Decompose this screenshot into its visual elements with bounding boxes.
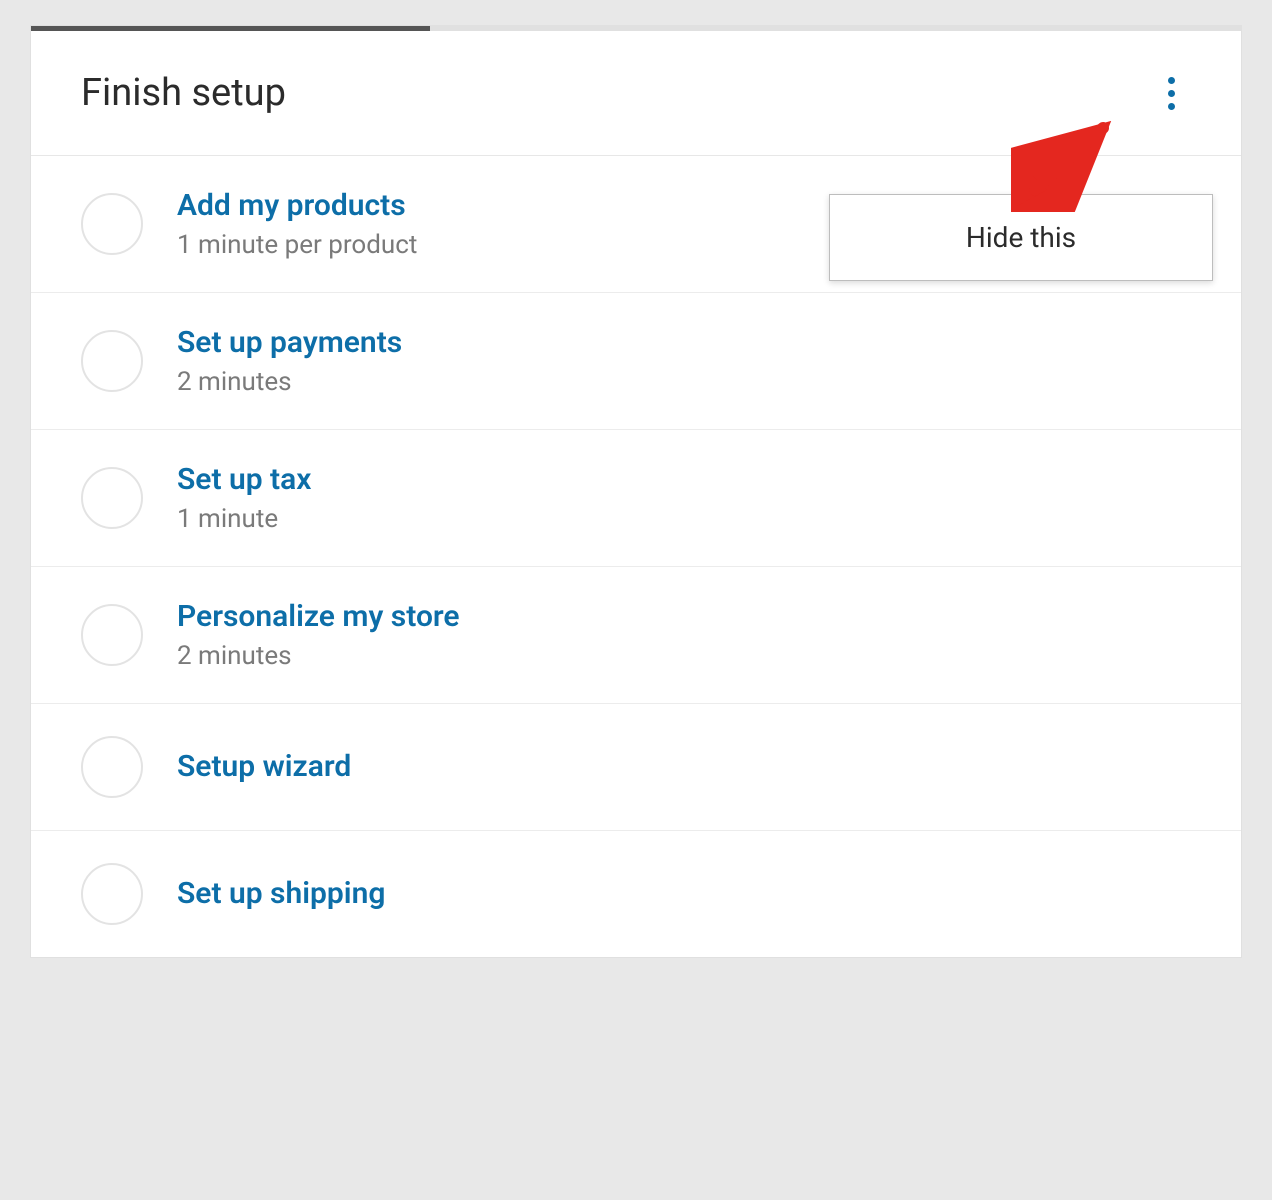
task-setup-shipping[interactable]: Set up shipping (31, 831, 1241, 957)
task-title: Setup wizard (177, 749, 351, 785)
task-setup-wizard[interactable]: Setup wizard (31, 704, 1241, 831)
task-check-circle (81, 330, 143, 392)
task-check-circle (81, 467, 143, 529)
task-title: Add my products (177, 188, 417, 224)
task-check-circle (81, 193, 143, 255)
task-title: Set up payments (177, 325, 402, 361)
options-popup: Hide this (829, 194, 1213, 281)
task-title: Personalize my store (177, 599, 460, 635)
finish-setup-panel: Finish setup Add my products 1 minute pe… (30, 25, 1242, 958)
task-title: Set up shipping (177, 876, 385, 912)
task-text: Set up shipping (177, 876, 385, 912)
task-text: Set up payments 2 minutes (177, 325, 402, 397)
task-title: Set up tax (177, 462, 311, 498)
task-check-circle (81, 863, 143, 925)
task-subtitle: 2 minutes (177, 367, 402, 397)
kebab-icon (1168, 77, 1175, 110)
task-setup-tax[interactable]: Set up tax 1 minute (31, 430, 1241, 567)
task-subtitle: 2 minutes (177, 641, 460, 671)
task-check-circle (81, 604, 143, 666)
task-check-circle (81, 736, 143, 798)
panel-header: Finish setup (31, 31, 1241, 156)
task-text: Set up tax 1 minute (177, 462, 311, 534)
task-setup-payments[interactable]: Set up payments 2 minutes (31, 293, 1241, 430)
more-options-button[interactable] (1151, 73, 1191, 113)
task-text: Personalize my store 2 minutes (177, 599, 460, 671)
task-text: Setup wizard (177, 749, 351, 785)
task-text: Add my products 1 minute per product (177, 188, 417, 260)
page-title: Finish setup (81, 71, 286, 115)
task-personalize-store[interactable]: Personalize my store 2 minutes (31, 567, 1241, 704)
hide-this-option[interactable]: Hide this (830, 195, 1212, 280)
task-subtitle: 1 minute per product (177, 230, 417, 260)
task-subtitle: 1 minute (177, 504, 311, 534)
